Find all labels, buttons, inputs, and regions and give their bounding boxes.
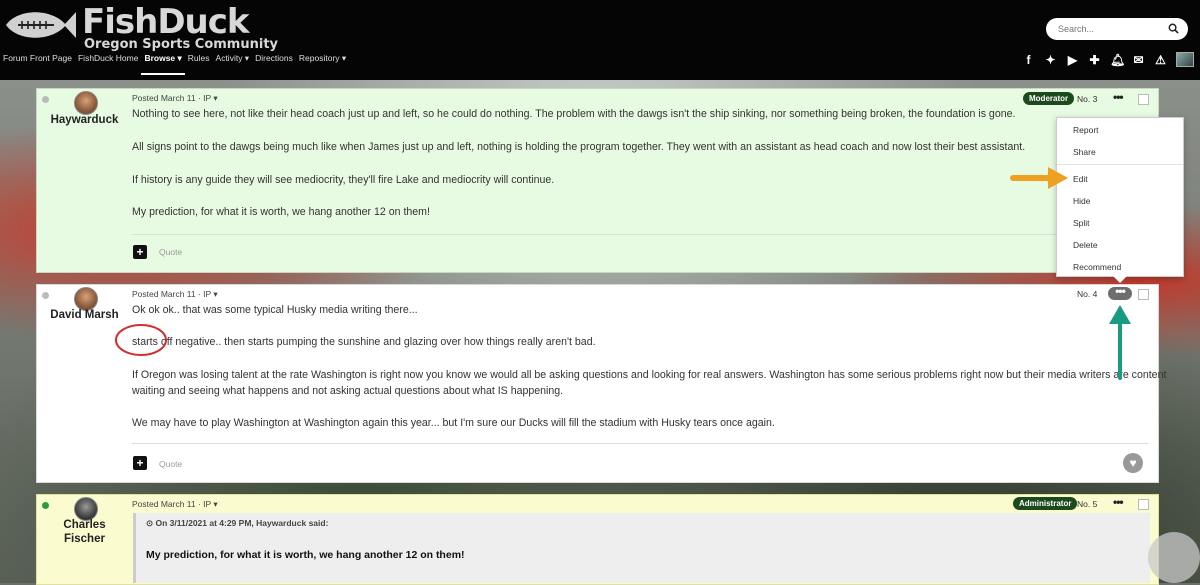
header-icons: f ✦ ▶ ✚ 🔔︎ ✉ ⚠ — [1022, 52, 1194, 67]
post-paragraph: All signs point to the dawgs being much … — [132, 141, 1026, 153]
menu-recommend[interactable]: Recommend — [1073, 262, 1121, 272]
moderator-badge: Moderator — [1023, 92, 1075, 105]
quote-button[interactable]: Quote — [159, 459, 182, 469]
more-options-button[interactable]: ••• — [1108, 285, 1132, 300]
select-checkbox[interactable] — [1138, 94, 1149, 105]
avatar[interactable] — [74, 497, 98, 521]
post-paragraph: Ok ok ok.. that was some typical Husky m… — [132, 304, 418, 316]
quote-citation[interactable]: ⊙ On 3/11/2021 at 4:29 PM, Haywarduck sa… — [146, 518, 328, 529]
menu-edit[interactable]: Edit — [1073, 174, 1088, 184]
post-paragraph: We may have to play Washington at Washin… — [132, 417, 775, 429]
search-input[interactable] — [1056, 23, 1170, 35]
twitter-icon[interactable]: ✦ — [1044, 53, 1057, 67]
author-name[interactable]: Haywarduck — [37, 114, 132, 126]
post-5: Charles Fischer Posted March 11 · IP ▾ A… — [36, 494, 1159, 585]
post-number[interactable]: No. 5 — [1077, 499, 1097, 509]
menu-separator — [1057, 164, 1183, 165]
post-paragraph: My prediction, for what it is worth, we … — [132, 206, 430, 218]
plus-icon[interactable]: ✚ — [1088, 53, 1101, 67]
post-meta[interactable]: Posted March 11 · IP ▾ — [132, 499, 218, 510]
post-paragraph: Nothing to see here, not like their head… — [132, 108, 1016, 120]
post-number[interactable]: No. 4 — [1077, 289, 1097, 299]
quote-text: My prediction, for what it is worth, we … — [146, 549, 465, 561]
bell-icon[interactable]: 🔔︎ — [1110, 53, 1125, 67]
online-indicator — [42, 502, 49, 509]
facebook-icon[interactable]: f — [1022, 53, 1035, 67]
post-paragraph: waiting and seeing what happens and not … — [132, 385, 564, 397]
post-paragraph: If Oregon was losing talent at the rate … — [132, 369, 1167, 381]
author-name[interactable]: David Marsh — [37, 309, 132, 321]
more-options-button[interactable]: ••• — [1113, 90, 1124, 104]
logo-subtitle: Oregon Sports Community — [84, 37, 279, 52]
nav-repository[interactable]: Repository ▾ — [296, 53, 349, 75]
author-name-first[interactable]: Charles — [37, 519, 132, 531]
offline-indicator — [42, 292, 49, 299]
quoted-post: ⊙ On 3/11/2021 at 4:29 PM, Haywarduck sa… — [133, 513, 1150, 583]
search-box — [1046, 18, 1188, 40]
like-heart-icon[interactable]: ♥ — [1123, 453, 1143, 473]
menu-delete[interactable]: Delete — [1073, 240, 1098, 250]
select-checkbox[interactable] — [1138, 499, 1149, 510]
author-name-last[interactable]: Fischer — [37, 533, 132, 545]
post-3: Haywarduck Posted March 11 · IP ▾ Modera… — [36, 88, 1159, 273]
post-paragraph: starts off negative.. then starts pumpin… — [132, 336, 596, 348]
nav-forum-front-page[interactable]: Forum Front Page — [0, 53, 75, 75]
search-icon[interactable] — [1168, 23, 1179, 34]
avatar[interactable] — [74, 91, 98, 115]
quote-button[interactable]: Quote — [159, 247, 182, 257]
post-number[interactable]: No. 3 — [1077, 94, 1097, 104]
post-4: David Marsh Posted March 11 · IP ▾ No. 4… — [36, 284, 1166, 483]
nav-directions[interactable]: Directions — [252, 53, 296, 75]
divider — [132, 234, 1148, 235]
post-options-menu: Report Share Edit Hide Split Delete Reco… — [1056, 117, 1184, 283]
youtube-icon[interactable]: ▶ — [1066, 53, 1079, 67]
nav-fishduck-home[interactable]: FishDuck Home — [75, 53, 141, 75]
menu-hide[interactable]: Hide — [1073, 196, 1090, 206]
nav-browse[interactable]: Browse ▾ — [141, 53, 185, 75]
main-nav: Forum Front Page FishDuck Home Browse ▾ … — [0, 53, 349, 75]
post-meta[interactable]: Posted March 11 · IP ▾ — [132, 289, 218, 300]
fish-logo-icon — [6, 12, 76, 38]
nav-activity[interactable]: Activity ▾ — [213, 53, 253, 75]
select-checkbox[interactable] — [1138, 289, 1149, 300]
nav-rules[interactable]: Rules — [185, 53, 213, 75]
logo-title[interactable]: FishDuck — [82, 2, 250, 42]
post-meta[interactable]: Posted March 11 · IP ▾ — [132, 93, 218, 104]
menu-split[interactable]: Split — [1073, 218, 1090, 228]
divider — [132, 443, 1148, 444]
offline-indicator — [42, 96, 49, 103]
menu-caret — [1113, 276, 1127, 283]
administrator-badge: Administrator — [1013, 497, 1078, 510]
post-paragraph: If history is any guide they will see me… — [132, 174, 555, 186]
mail-icon[interactable]: ✉ — [1132, 53, 1145, 67]
user-avatar[interactable] — [1176, 52, 1194, 67]
more-options-button[interactable]: ••• — [1113, 495, 1124, 509]
scroll-to-top-button[interactable] — [1148, 532, 1200, 583]
avatar[interactable] — [74, 287, 98, 311]
quote-citation-text: On 3/11/2021 at 4:29 PM, Haywarduck said… — [155, 518, 329, 528]
menu-report[interactable]: Report — [1073, 125, 1099, 135]
menu-share[interactable]: Share — [1073, 147, 1096, 157]
multiquote-button[interactable]: + — [133, 245, 147, 259]
warning-icon[interactable]: ⚠ — [1154, 53, 1167, 67]
site-header: FishDuck Oregon Sports Community Forum F… — [0, 0, 1200, 80]
multiquote-button[interactable]: + — [133, 456, 147, 470]
